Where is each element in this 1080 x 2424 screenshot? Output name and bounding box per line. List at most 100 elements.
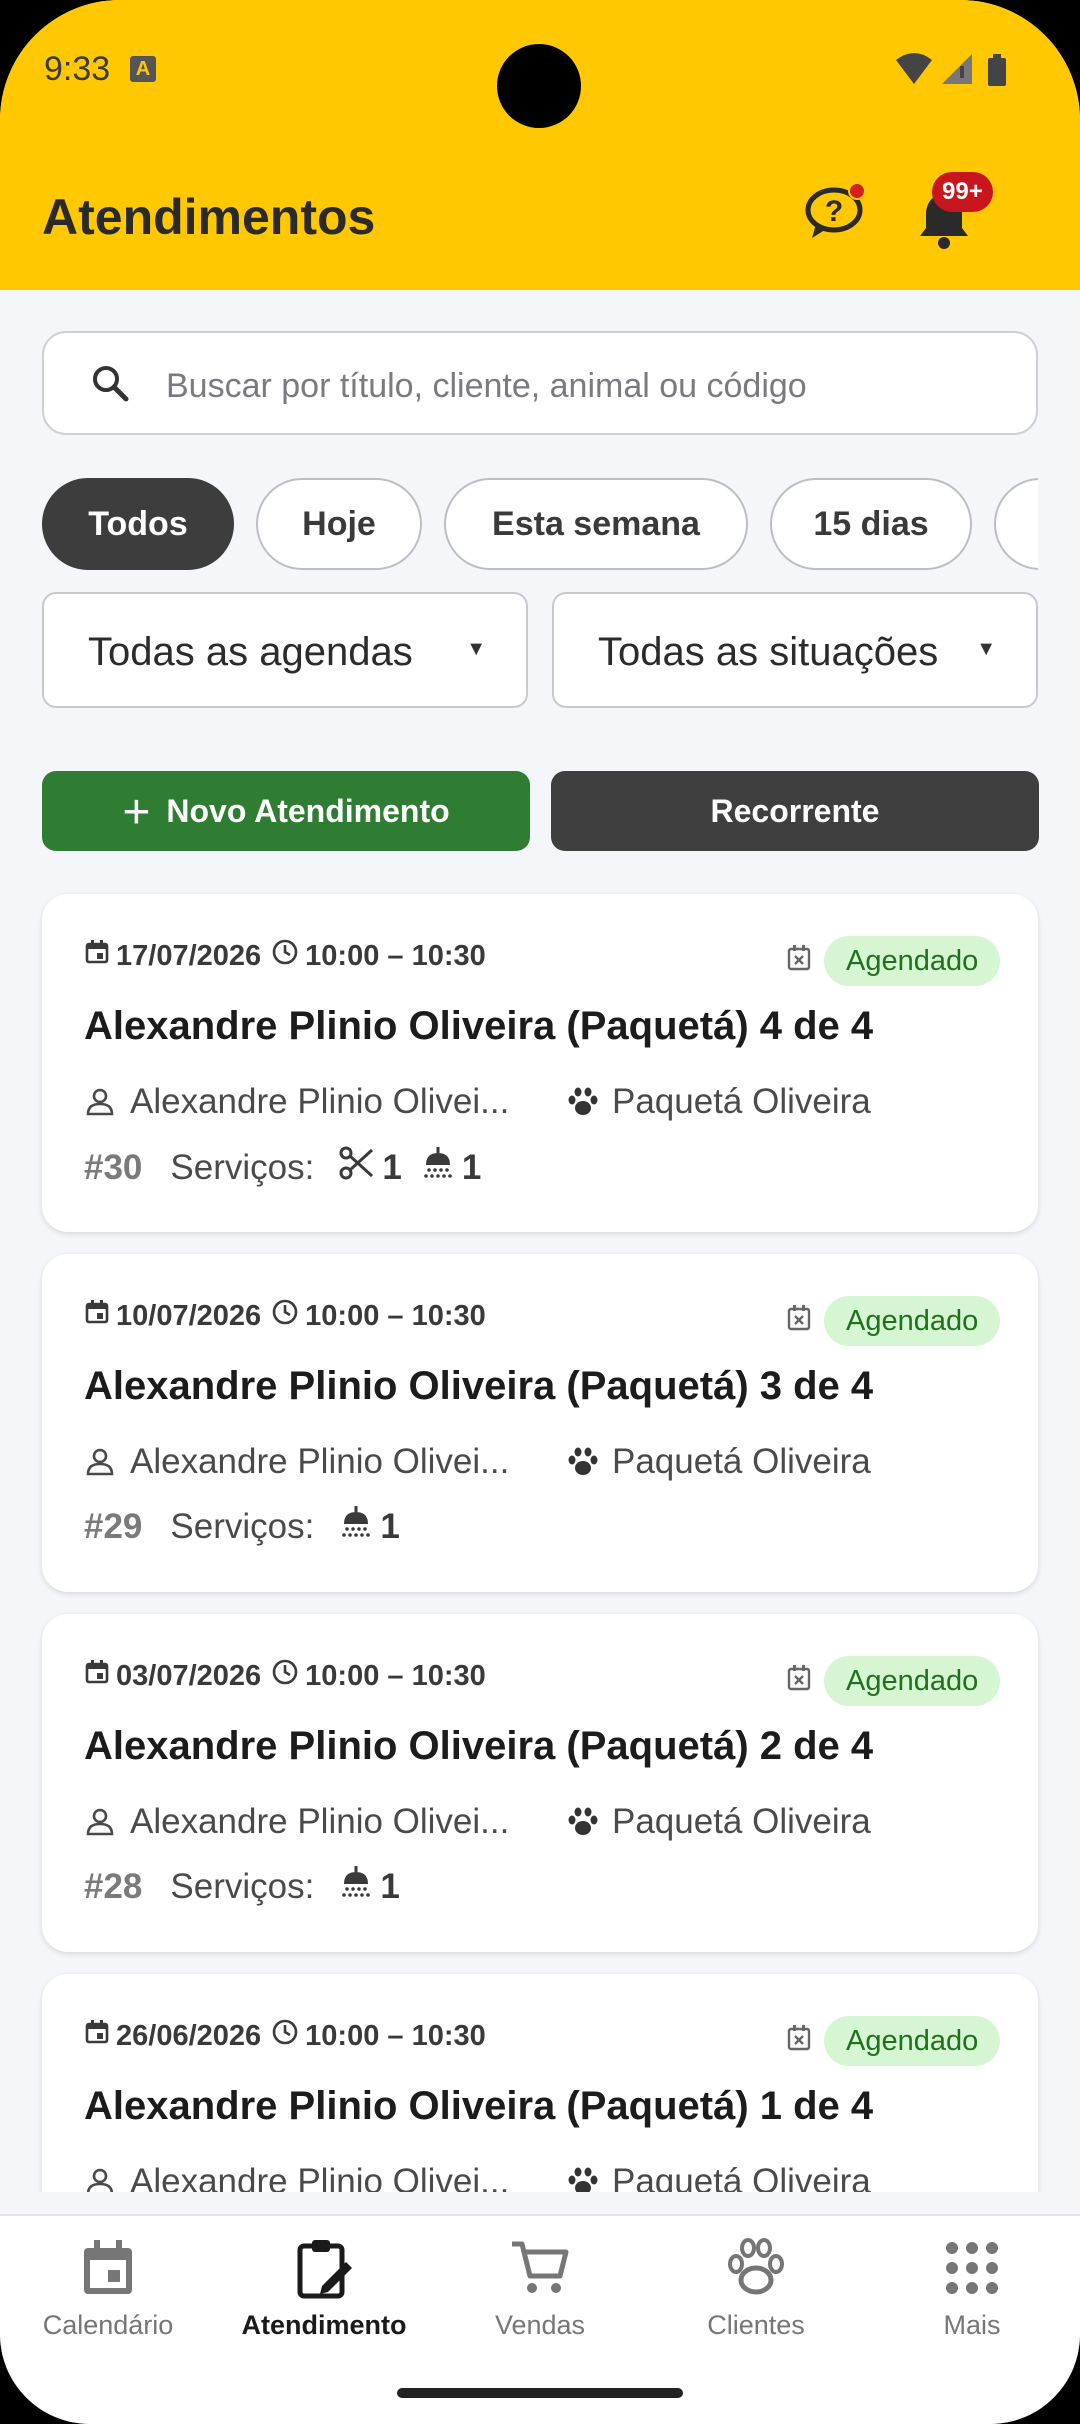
- service-count-value: 1: [380, 1506, 400, 1546]
- app-header: 9:33 A Atendimentos ? 99+: [0, 0, 1080, 290]
- appointment-code: #28: [84, 1866, 143, 1906]
- paw-icon: [728, 2238, 784, 2295]
- agenda-select[interactable]: Todas as agendas ▼: [42, 592, 528, 708]
- appointment-card[interactable]: 03/07/2026 10:00 – 10:30 Agendado Alexandre…: [42, 1614, 1038, 1952]
- nav-label: Atendimento: [241, 2310, 407, 2340]
- shower-icon: [338, 1864, 380, 1909]
- recurring-button[interactable]: Recorrente: [551, 771, 1039, 851]
- service-count: 1: [420, 1145, 481, 1190]
- client-name: Alexandre Plinio Olivei...: [130, 1442, 510, 1481]
- calendar-small-icon: [84, 939, 116, 973]
- appointment-date: 26/06/2026: [116, 2019, 262, 2052]
- calendar-small-icon: [84, 1299, 116, 1333]
- appointment-card[interactable]: 10/07/2026 10:00 – 10:30 Agendado Alexandre…: [42, 1254, 1038, 1592]
- wifi-icon: [896, 53, 932, 84]
- appointment-card[interactable]: 17/07/2026 10:00 – 10:30 Agendado Alexandre…: [42, 894, 1038, 1232]
- calendar-cancel-icon[interactable]: [786, 944, 812, 977]
- services-label: Serviços:: [170, 1866, 315, 1906]
- dropdown-arrow-icon: ▼: [466, 638, 486, 660]
- clock-icon: [271, 1298, 305, 1334]
- chip-todos[interactable]: Todos: [42, 478, 234, 570]
- service-count: 1: [338, 1504, 400, 1549]
- client-name: Alexandre Plinio Olivei...: [130, 1802, 510, 1841]
- search-placeholder: Buscar por título, cliente, animal ou có…: [166, 367, 807, 405]
- appointment-date: 03/07/2026: [116, 1659, 262, 1692]
- status-badge: Agendado: [824, 936, 1001, 986]
- appointment-time: 10:00 – 10:30: [305, 939, 486, 972]
- calendar-cancel-icon[interactable]: [786, 1304, 812, 1337]
- chip-scroll-fade: [1038, 470, 1080, 580]
- person-icon: [84, 1446, 116, 1478]
- card-pet: Paquetá Oliveira: [566, 1082, 871, 1122]
- appointment-date: 17/07/2026: [116, 939, 262, 972]
- appointment-card[interactable]: 26/06/2026 10:00 – 10:30 Agendado Alexandre…: [42, 1974, 1038, 2192]
- nav-label: Clientes: [707, 2310, 805, 2340]
- chip-15-dias[interactable]: 15 dias: [770, 478, 972, 570]
- card-pet: Paquetá Oliveira: [566, 2162, 871, 2192]
- card-date-row: 03/07/2026 10:00 – 10:30: [84, 1658, 486, 1694]
- appointment-code: #29: [84, 1506, 143, 1546]
- appointment-list[interactable]: 17/07/2026 10:00 – 10:30 Agendado Alexandre…: [0, 880, 1080, 2192]
- calendar-icon: [84, 2240, 132, 2294]
- nav-label: Mais: [943, 2310, 1001, 2340]
- battery-icon: [988, 54, 1006, 86]
- signal-icon: [942, 54, 972, 84]
- notification-app-icon: A: [130, 56, 156, 82]
- service-count-value: 1: [380, 1866, 400, 1906]
- search-input[interactable]: Buscar por título, cliente, animal ou có…: [42, 331, 1038, 435]
- chip-esta-semana[interactable]: Esta semana: [444, 478, 748, 570]
- clipboard-edit-icon: [297, 2240, 352, 2299]
- calendar-cancel-icon[interactable]: [786, 1664, 812, 1697]
- status-time: 9:33: [44, 50, 111, 88]
- status-badge: Agendado: [824, 1656, 1001, 1706]
- nav-label: Vendas: [494, 2310, 586, 2340]
- paw-icon: [566, 2165, 600, 2192]
- nav-label: Calendário: [42, 2310, 174, 2340]
- situacao-select-value: Todas as situações: [598, 630, 939, 674]
- client-name: Alexandre Plinio Olivei...: [130, 1082, 510, 1121]
- pet-name: Paquetá Oliveira: [612, 1442, 871, 1481]
- chip-hoje[interactable]: Hoje: [256, 478, 422, 570]
- search-icon: [93, 366, 129, 402]
- nav-vendas[interactable]: Vendas: [432, 2236, 648, 2341]
- new-appointment-button[interactable]: + Novo Atendimento: [42, 771, 530, 851]
- appointment-title: Alexandre Plinio Oliveira (Paquetá) 1 de…: [84, 2084, 874, 2128]
- nav-atendimento[interactable]: Atendimento: [216, 2236, 432, 2341]
- calendar-small-icon: [84, 2019, 116, 2053]
- notification-count-badge: 99+: [932, 172, 993, 212]
- services-label: Serviços:: [170, 1147, 315, 1187]
- card-client: Alexandre Plinio Olivei...: [84, 2162, 509, 2192]
- nav-calendario[interactable]: Calendário: [0, 2236, 216, 2341]
- pet-name: Paquetá Oliveira: [612, 1802, 871, 1841]
- home-indicator[interactable]: [397, 2388, 683, 2398]
- new-appointment-label: Novo Atendimento: [166, 793, 450, 829]
- plus-icon: +: [122, 786, 151, 839]
- situacao-select[interactable]: Todas as situações ▼: [552, 592, 1038, 708]
- paw-icon: [566, 1085, 600, 1119]
- calendar-cancel-icon[interactable]: [786, 2024, 812, 2057]
- card-meta-row: #29 Serviços: 1: [84, 1504, 418, 1549]
- paw-icon: [566, 1805, 600, 1839]
- cart-icon: [512, 2241, 569, 2293]
- card-pet: Paquetá Oliveira: [566, 1802, 871, 1842]
- service-count: 1: [338, 1864, 400, 1909]
- service-count: 1: [338, 1144, 402, 1191]
- card-client: Alexandre Plinio Olivei...: [84, 1082, 509, 1122]
- appointment-title: Alexandre Plinio Oliveira (Paquetá) 2 de…: [84, 1724, 874, 1768]
- pet-name: Paquetá Oliveira: [612, 1082, 871, 1121]
- camera-cutout: [497, 44, 581, 128]
- app-screen: 9:33 A Atendimentos ? 99+ Buscar por tít…: [0, 0, 1080, 2424]
- service-count-value: 1: [382, 1147, 402, 1187]
- services-label: Serviços:: [170, 1506, 315, 1546]
- dropdown-arrow-icon: ▼: [976, 638, 996, 660]
- shower-icon: [420, 1145, 462, 1190]
- grid-dots-icon: [946, 2242, 998, 2294]
- scissors-icon: [338, 1144, 382, 1191]
- client-name: Alexandre Plinio Olivei...: [130, 2162, 510, 2192]
- help-unread-dot: [848, 182, 866, 200]
- calendar-small-icon: [84, 1659, 116, 1693]
- nav-clientes[interactable]: Clientes: [648, 2236, 864, 2341]
- nav-mais[interactable]: Mais: [864, 2236, 1080, 2341]
- svg-text:?: ?: [825, 195, 843, 228]
- appointment-time: 10:00 – 10:30: [305, 1659, 486, 1692]
